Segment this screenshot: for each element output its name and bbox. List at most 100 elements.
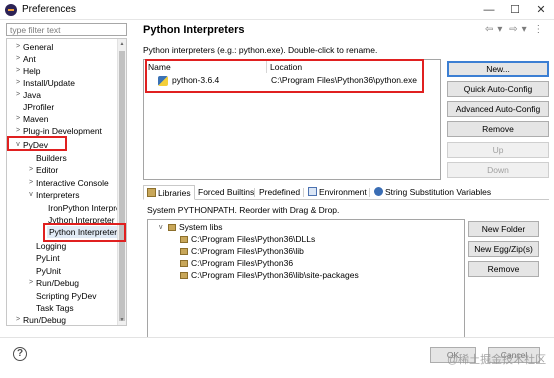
- expand-icon[interactable]: >: [27, 177, 35, 189]
- tab-predefined[interactable]: Predefined: [256, 185, 303, 200]
- lib-path-row[interactable]: C:\Program Files\Python36\lib: [180, 246, 304, 257]
- interpreter-name: python-3.6.4: [172, 75, 220, 85]
- scrollbar-thumb[interactable]: [119, 51, 125, 321]
- preference-tree[interactable]: > General > Ant > Help > Install/Update > Jav…: [6, 38, 127, 326]
- expand-icon[interactable]: >: [14, 89, 22, 101]
- python-icon: [158, 76, 168, 86]
- forward-arrow-icon[interactable]: ⇨: [509, 24, 517, 35]
- table-row[interactable]: python-3.6.4 C:\Program Files\Python36\p…: [148, 74, 438, 87]
- scroll-down-arrow-icon[interactable]: ▼: [118, 317, 126, 323]
- expand-icon[interactable]: >: [27, 164, 35, 176]
- tree-item-logging[interactable]: Logging: [36, 240, 66, 252]
- advanced-auto-config-button[interactable]: Advanced Auto-Config: [447, 101, 549, 117]
- tree-item-scripting-pydev[interactable]: Scripting PyDev: [36, 290, 96, 302]
- back-arrow-icon[interactable]: ⇦: [485, 24, 493, 35]
- new-folder-button[interactable]: New Folder: [468, 221, 539, 237]
- lib-path-row[interactable]: C:\Program Files\Python36\lib\site-packa…: [180, 270, 359, 281]
- tree-item-label: Jython Interpreter: [48, 215, 115, 225]
- tree-item-pylint[interactable]: PyLint: [36, 252, 60, 264]
- scroll-up-arrow-icon[interactable]: ▲: [118, 41, 126, 47]
- interpreters-table[interactable]: Name Location python-3.6.4 C:\Program Fi…: [143, 59, 441, 180]
- folder-icon: [180, 236, 188, 243]
- eclipse-icon: [5, 4, 17, 16]
- tree-item-label: Plug-in Development: [23, 126, 102, 136]
- close-button[interactable]: ✕: [533, 2, 549, 18]
- collapse-icon[interactable]: v: [159, 222, 163, 233]
- tree-item-java[interactable]: > Java: [16, 89, 41, 101]
- lib-path-row[interactable]: C:\Program Files\Python36\DLLs: [180, 234, 315, 245]
- more-options-icon[interactable]: ⋮: [533, 24, 543, 35]
- tree-item-pydev-run-debug[interactable]: > Run/Debug: [29, 277, 79, 289]
- tree-item-interpreters[interactable]: v Interpreters: [29, 189, 80, 201]
- tree-item-label: Python Interpreter: [49, 227, 118, 237]
- tree-item-ironpython-interpreter[interactable]: IronPython Interpreter: [48, 202, 126, 214]
- expand-icon[interactable]: >: [14, 65, 22, 77]
- expand-icon[interactable]: >: [14, 125, 22, 137]
- quick-auto-config-button[interactable]: Quick Auto-Config: [447, 81, 549, 97]
- expand-icon[interactable]: >: [14, 314, 22, 325]
- tree-item-install-update[interactable]: > Install/Update: [16, 77, 75, 89]
- tree-item-run-debug[interactable]: > Run/Debug: [16, 314, 66, 325]
- tree-item-task-tags[interactable]: Task Tags: [36, 302, 74, 314]
- new-interpreter-button[interactable]: New...: [447, 61, 549, 77]
- new-egg-zip-button[interactable]: New Egg/Zip(s): [468, 241, 539, 257]
- tree-item-editor[interactable]: > Editor: [29, 164, 59, 176]
- interpreter-location: C:\Program Files\Python36\python.exe: [271, 75, 417, 85]
- tree-item-interactive-console[interactable]: > Interactive Console: [29, 177, 109, 189]
- folder-icon: [180, 260, 188, 267]
- tree-item-label: Task Tags: [36, 303, 74, 313]
- tree-item-maven[interactable]: > Maven: [16, 113, 49, 125]
- lib-path: C:\Program Files\Python36: [191, 258, 294, 268]
- remove-interpreter-button[interactable]: Remove: [447, 121, 549, 137]
- up-button[interactable]: Up: [447, 142, 549, 158]
- expand-icon[interactable]: >: [27, 277, 35, 289]
- collapse-icon[interactable]: v: [27, 189, 35, 201]
- down-button[interactable]: Down: [447, 162, 549, 178]
- column-header-location[interactable]: Location: [270, 62, 302, 72]
- tab-label: Environment: [319, 187, 367, 197]
- footer-divider: [0, 337, 554, 338]
- tree-item-ant[interactable]: > Ant: [16, 53, 36, 65]
- tab-forced-builtins[interactable]: Forced Builtins: [195, 185, 257, 200]
- maximize-button[interactable]: ☐: [507, 2, 523, 18]
- expand-icon[interactable]: >: [14, 53, 22, 65]
- tree-item-python-interpreter[interactable]: Python Interpreter: [47, 226, 120, 238]
- tab-separator: [254, 188, 255, 197]
- help-icon[interactable]: ?: [13, 347, 27, 361]
- collapse-icon[interactable]: v: [14, 139, 22, 151]
- tree-item-label: Ant: [23, 54, 36, 64]
- expand-icon[interactable]: >: [14, 77, 22, 89]
- tab-libraries[interactable]: Libraries: [143, 185, 195, 200]
- back-menu-icon[interactable]: ▾: [497, 24, 502, 35]
- tab-environment[interactable]: Environment: [305, 185, 370, 200]
- lib-path-row[interactable]: C:\Program Files\Python36: [180, 258, 294, 269]
- tree-item-jython-interpreter[interactable]: Jython Interpreter: [48, 214, 115, 226]
- tree-item-label: JProfiler: [23, 102, 55, 112]
- tree-item-label: Editor: [36, 165, 59, 175]
- system-libs-node[interactable]: v System libs: [159, 222, 222, 233]
- system-libs-tree[interactable]: v System libs C:\Program Files\Python36\D…: [147, 219, 465, 338]
- minimize-button[interactable]: —: [481, 2, 497, 18]
- column-header-name[interactable]: Name: [148, 62, 171, 72]
- tree-item-pydev[interactable]: v PyDev: [16, 139, 48, 151]
- expand-icon[interactable]: >: [14, 41, 22, 53]
- expand-icon[interactable]: >: [14, 113, 22, 125]
- tab-separator: [369, 188, 370, 197]
- remove-library-button[interactable]: Remove: [468, 261, 539, 277]
- tree-scrollbar[interactable]: ▲ ▼: [117, 39, 126, 325]
- window-title: Preferences: [22, 4, 76, 15]
- forward-menu-icon[interactable]: ▾: [522, 24, 527, 35]
- tree-item-builders[interactable]: Builders: [36, 152, 67, 164]
- tree-item-jprofiler[interactable]: JProfiler: [23, 101, 54, 113]
- column-separator: [266, 61, 267, 73]
- tree-item-general[interactable]: > General: [16, 41, 53, 53]
- system-pythonpath-caption: System PYTHONPATH. Reorder with Drag & D…: [147, 205, 340, 215]
- title-bar: Preferences — ☐ ✕: [0, 0, 554, 20]
- filter-input[interactable]: [6, 23, 127, 36]
- tree-item-label: Maven: [23, 114, 49, 124]
- tree-item-pyunit[interactable]: PyUnit: [36, 265, 61, 277]
- tree-item-help[interactable]: > Help: [16, 65, 41, 77]
- tree-item-plugin-development[interactable]: > Plug-in Development: [16, 125, 102, 137]
- tab-string-substitution-variables[interactable]: String Substitution Variables: [371, 185, 494, 200]
- tree-item-label: Interpreters: [36, 190, 80, 200]
